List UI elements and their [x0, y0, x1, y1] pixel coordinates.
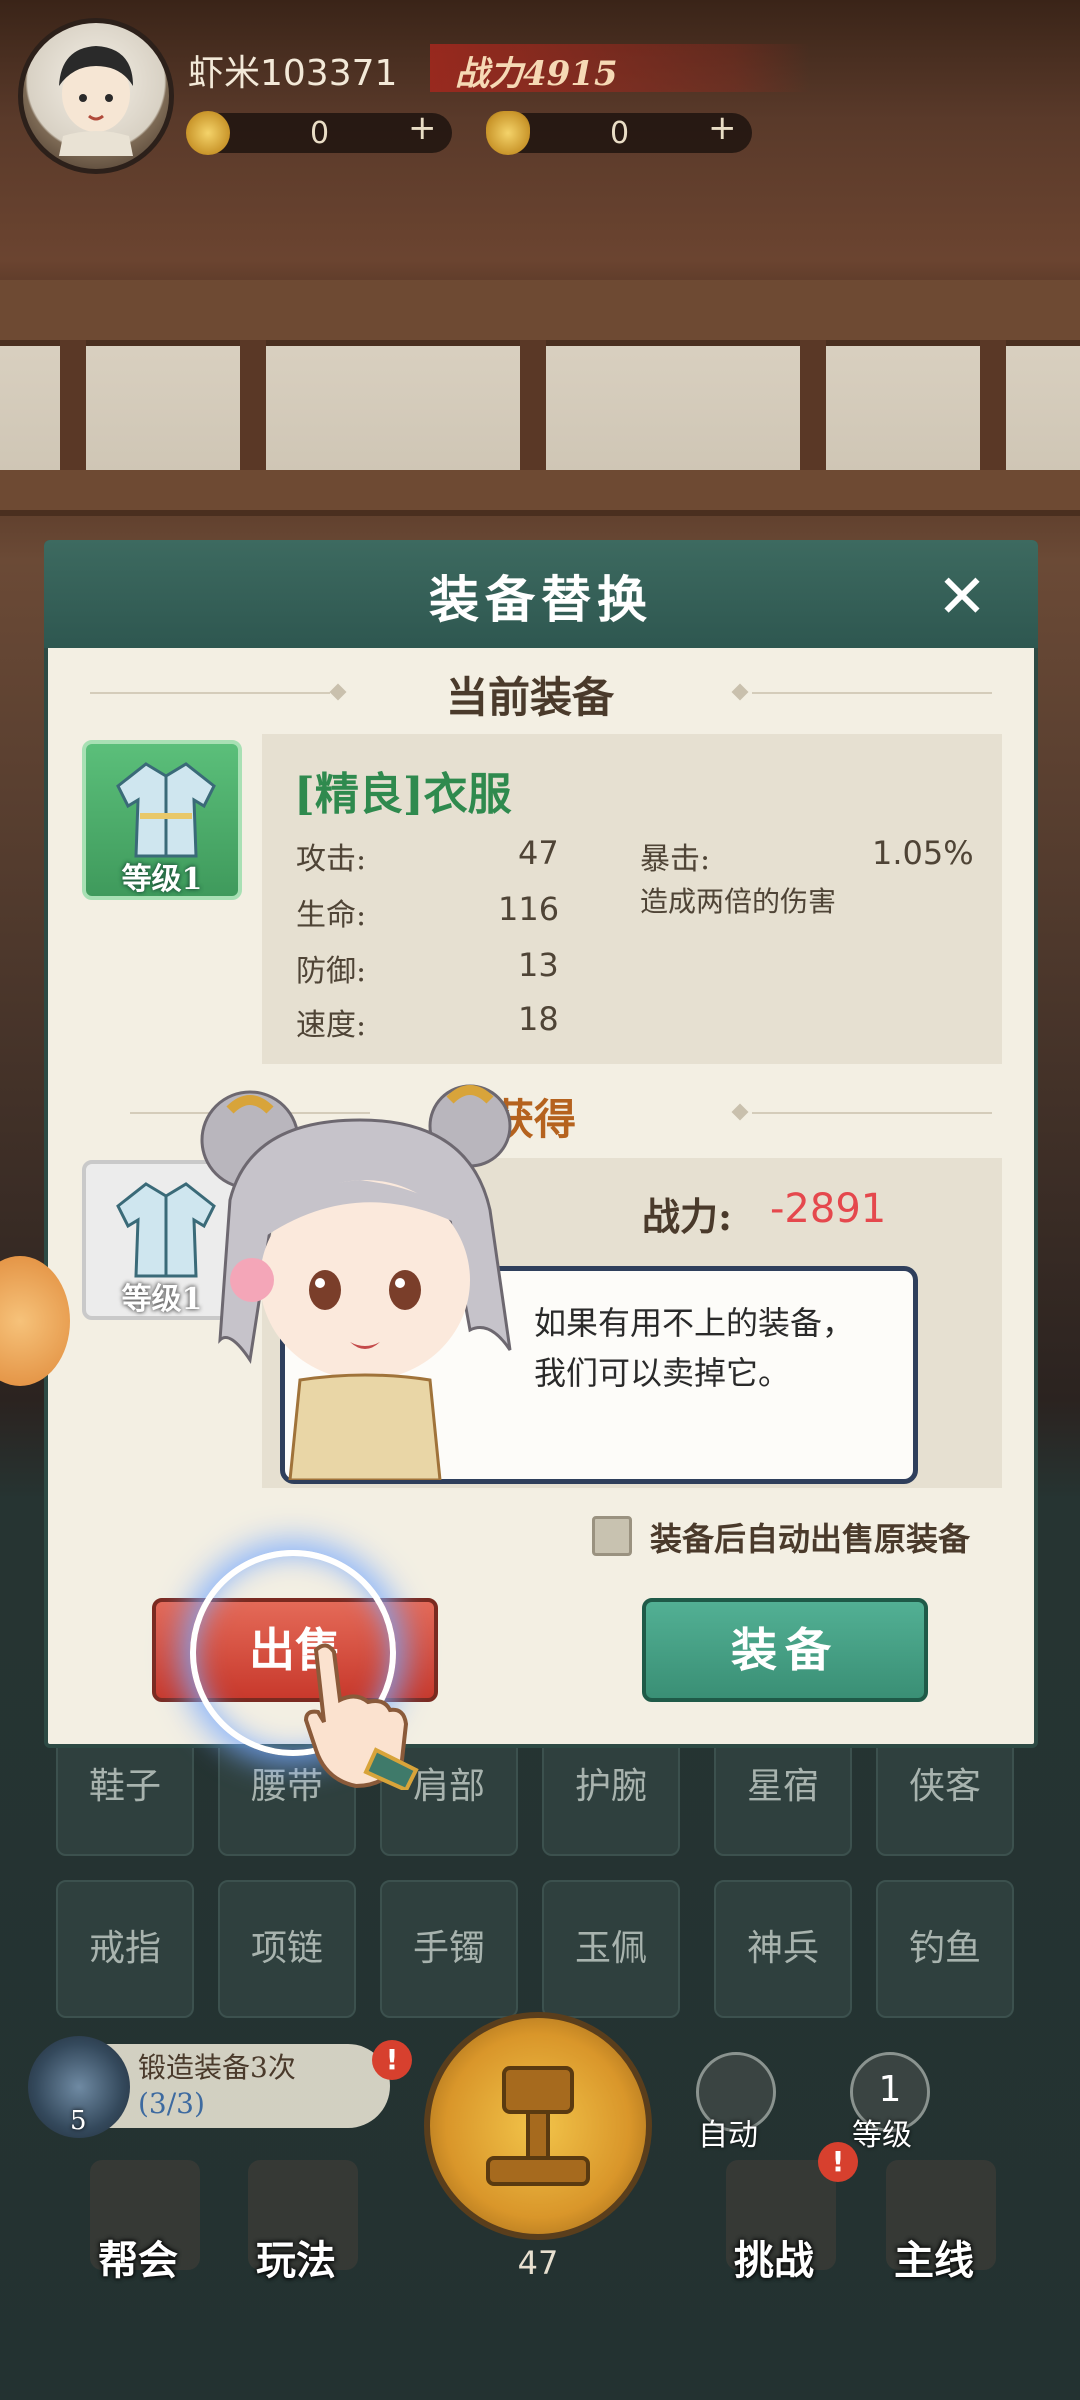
stat-value: 13 — [518, 946, 559, 984]
guide-girl-character — [200, 1084, 512, 1480]
power-diff-value: -2891 — [770, 1186, 887, 1232]
auto-sell-checkbox[interactable] — [592, 1516, 632, 1556]
section-divider — [752, 692, 992, 694]
add-ingot-button[interactable]: + — [708, 108, 737, 148]
boy-avatar-icon — [59, 46, 133, 156]
challenge-alert-badge: ! — [818, 2142, 858, 2182]
gold-ingot-icon — [486, 111, 530, 155]
forge-task-text: 锻造装备3次 (3/3) — [138, 2051, 296, 2120]
section-divider — [752, 1112, 992, 1114]
crit-description: 造成两倍的伤害 — [640, 885, 837, 918]
wall-post — [240, 340, 266, 470]
forge-alert-badge: ! — [372, 2040, 412, 2080]
current-item-slot[interactable]: 等级1 — [82, 740, 242, 900]
slot-bracelet[interactable]: 手镯 — [380, 1880, 518, 2018]
nav-guild[interactable]: 帮会 — [98, 2228, 178, 2286]
wall-post — [980, 340, 1006, 470]
add-gold-button[interactable]: + — [408, 108, 437, 148]
stat-value: 47 — [518, 834, 559, 872]
tutorial-text: 如果有用不上的装备， 我们可以卖掉它。 — [534, 1304, 855, 1392]
gold-value: 0 — [310, 116, 330, 151]
section-divider — [90, 692, 330, 694]
forge-count: 47 — [517, 2244, 559, 2282]
auto-label: 自动 — [698, 2118, 758, 2153]
wall-post — [800, 340, 826, 470]
stat-value: 116 — [498, 890, 560, 928]
slot-ring[interactable]: 戒指 — [56, 1880, 194, 2018]
forge-hammer-button[interactable] — [424, 2012, 652, 2240]
nav-challenge[interactable]: 挑战 — [734, 2228, 814, 2286]
dialog-title: 装备替换 — [429, 570, 653, 629]
stat-label: 速度: — [296, 1008, 367, 1043]
slot-necklace[interactable]: 项链 — [218, 1880, 356, 2018]
nav-gameplay[interactable]: 玩法 — [256, 2228, 336, 2286]
nav-main-quest[interactable]: 主线 — [894, 2228, 974, 2286]
item-level: 等级1 — [121, 862, 203, 897]
crit-label: 暴击: — [640, 842, 711, 877]
roof-beam — [0, 280, 1080, 346]
power-label: 战力: — [642, 1194, 733, 1239]
hammer-icon — [486, 2066, 590, 2186]
crit-value: 1.05% — [872, 834, 974, 872]
stat-label: 防御: — [296, 954, 367, 989]
stat-value: 18 — [518, 1000, 559, 1038]
combat-power: 战力4915 — [455, 54, 618, 94]
wall-post — [60, 340, 86, 470]
ingot-value: 0 — [610, 116, 630, 151]
level-label: 等级 — [852, 2118, 912, 2153]
gold-coin-icon — [186, 111, 230, 155]
close-icon[interactable]: ✕ — [930, 565, 994, 629]
pointing-hand-icon — [303, 1643, 419, 1790]
equip-button[interactable]: 装备 — [642, 1598, 928, 1702]
stat-label: 生命: — [296, 898, 367, 933]
item-name: [精良]衣服 — [294, 769, 512, 820]
player-avatar[interactable] — [18, 18, 174, 174]
ore-count: 5 — [70, 2106, 87, 2136]
robe-icon — [116, 762, 216, 858]
player-name: 虾米103371 — [188, 53, 398, 94]
slot-fishing[interactable]: 钓鱼 — [876, 1880, 1014, 2018]
slot-jade[interactable]: 玉佩 — [542, 1880, 680, 2018]
wall-post — [520, 340, 546, 470]
stat-label: 攻击: — [296, 842, 367, 877]
slot-divine-weapon[interactable]: 神兵 — [714, 1880, 852, 2018]
current-equipment-title: 当前装备 — [446, 673, 615, 722]
auto-sell-label: 装备后自动出售原装备 — [650, 1520, 971, 1558]
roof-beam — [0, 470, 1080, 516]
